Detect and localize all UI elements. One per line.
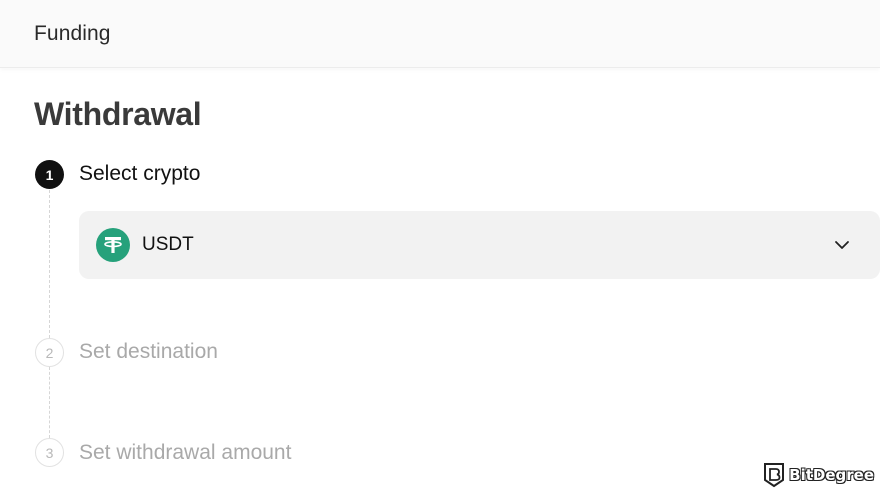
step-3-number: 3 [35, 438, 64, 467]
step-3-label: Set withdrawal amount [79, 441, 292, 464]
chevron-down-icon[interactable] [834, 237, 850, 253]
watermark-text: BitDegree [789, 466, 874, 484]
header-title: Funding [34, 22, 111, 45]
step-1-number: 1 [35, 160, 64, 189]
page-title: Withdrawal [34, 96, 202, 132]
top-bar: Funding [0, 0, 880, 68]
step-2-number: 2 [35, 338, 64, 367]
tether-icon [96, 228, 130, 262]
step-connector [49, 367, 50, 438]
crypto-select-dropdown[interactable]: USDT [79, 211, 880, 279]
step-1-label: Select crypto [79, 162, 201, 185]
step-2-label: Set destination [79, 340, 218, 363]
bitdegree-watermark: BitDegree [763, 461, 874, 489]
selected-crypto-label: USDT [142, 234, 194, 255]
step-connector [49, 190, 50, 338]
bitdegree-logo-icon [764, 463, 785, 488]
